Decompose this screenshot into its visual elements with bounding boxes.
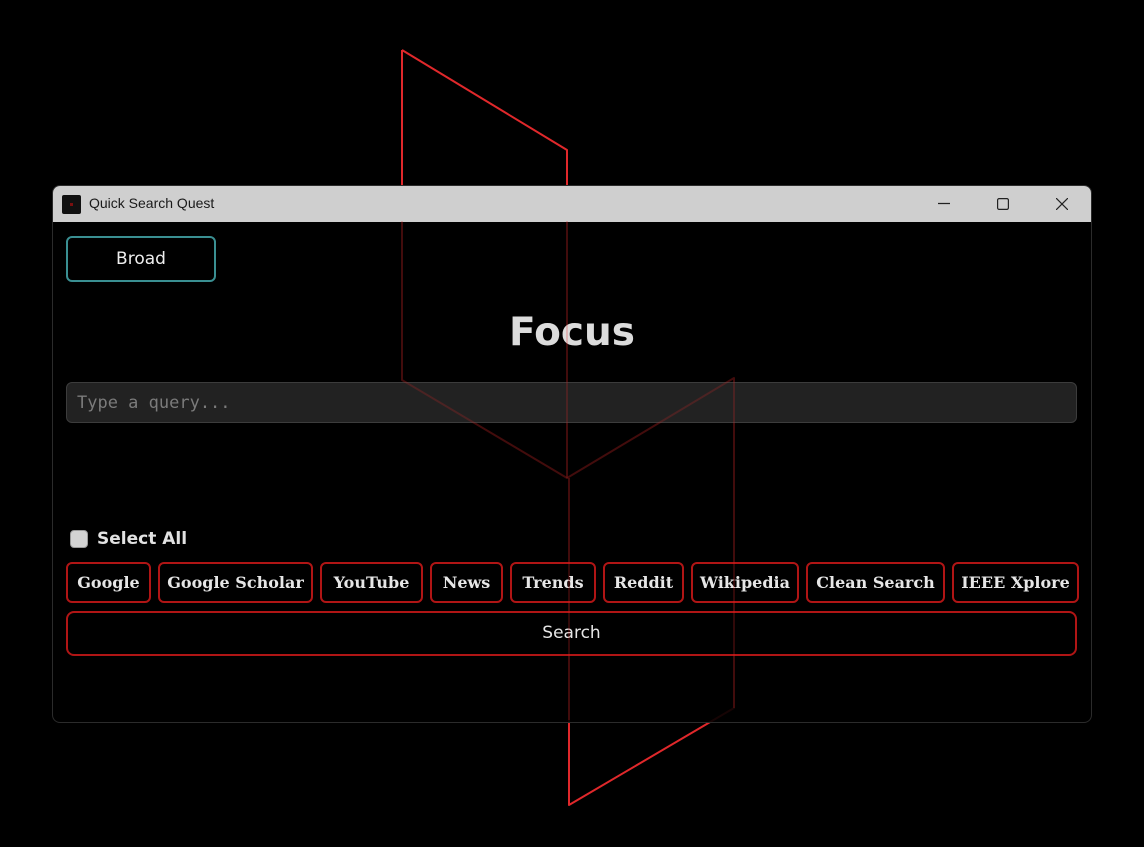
window-title: Quick Search Quest bbox=[89, 195, 215, 211]
desktop-background: Quick Search Quest Broad Focus Select Al… bbox=[0, 0, 1144, 847]
close-icon bbox=[1056, 198, 1068, 210]
minimize-icon bbox=[938, 202, 950, 205]
engine-toggle-reddit[interactable]: Reddit bbox=[603, 562, 684, 603]
engine-toggle-google-scholar[interactable]: Google Scholar bbox=[158, 562, 313, 603]
select-all-checkbox[interactable]: Select All bbox=[70, 528, 187, 550]
close-button[interactable] bbox=[1033, 186, 1091, 222]
engine-toggle-clean-search[interactable]: Clean Search bbox=[806, 562, 945, 603]
engine-toggle-ieee-xplore[interactable]: IEEE Xplore bbox=[952, 562, 1079, 603]
broad-mode-button[interactable]: Broad bbox=[66, 236, 216, 282]
page-title: Focus bbox=[509, 310, 635, 355]
minimize-button[interactable] bbox=[915, 186, 973, 222]
engine-toggle-google[interactable]: Google bbox=[66, 562, 151, 603]
maximize-icon bbox=[997, 198, 1009, 210]
maximize-button[interactable] bbox=[974, 186, 1032, 222]
select-all-label: Select All bbox=[97, 529, 188, 549]
engine-toggle-youtube[interactable]: YouTube bbox=[320, 562, 423, 603]
app-icon bbox=[62, 195, 81, 214]
search-button[interactable]: Search bbox=[66, 611, 1077, 656]
engine-toggle-news[interactable]: News bbox=[430, 562, 503, 603]
checkbox-icon[interactable] bbox=[70, 530, 88, 548]
search-input[interactable] bbox=[66, 382, 1077, 423]
app-window: Quick Search Quest Broad Focus Select Al… bbox=[52, 185, 1092, 723]
engine-toggle-wikipedia[interactable]: Wikipedia bbox=[691, 562, 799, 603]
title-bar[interactable]: Quick Search Quest bbox=[53, 186, 1091, 222]
engine-toggle-trends[interactable]: Trends bbox=[510, 562, 596, 603]
